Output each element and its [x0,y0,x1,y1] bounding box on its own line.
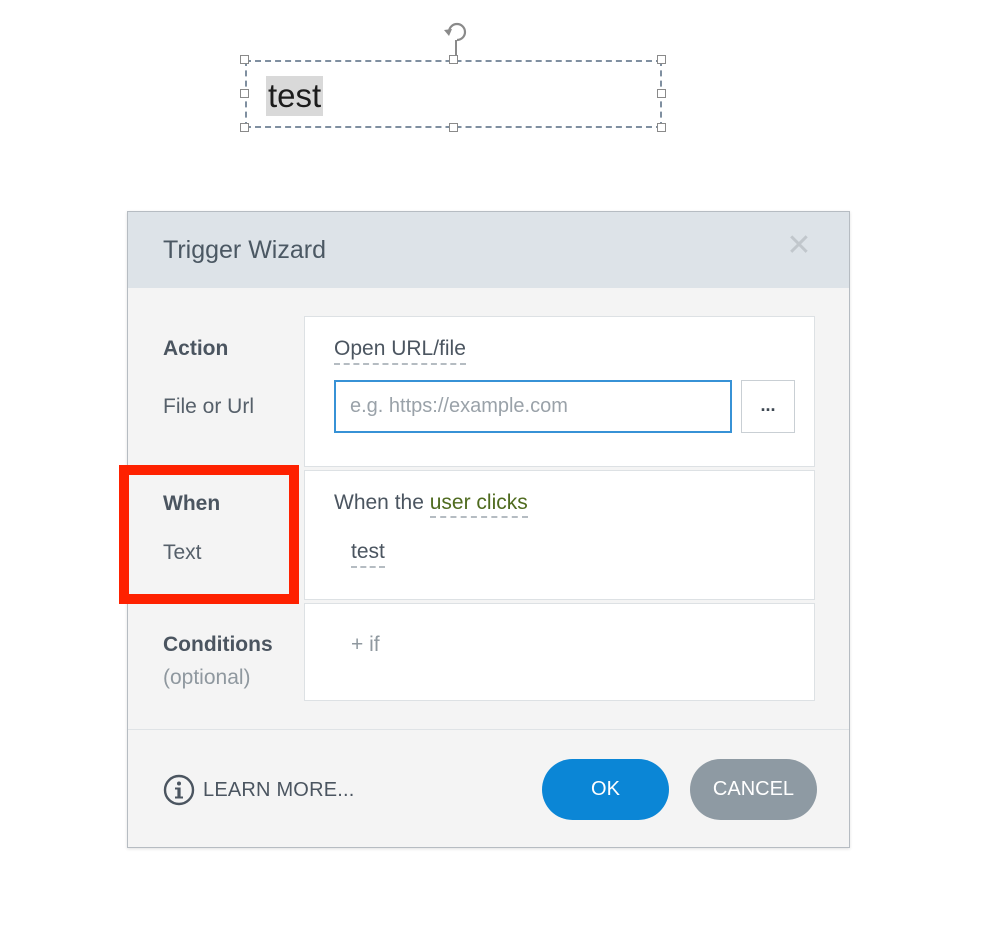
action-type-link[interactable]: Open URL/file [334,337,466,365]
action-panel: Open URL/file ... [304,316,815,467]
action-label: Action [163,337,229,360]
resize-handle-bottom-left[interactable] [240,123,249,132]
selected-text-object[interactable]: test [245,60,662,128]
target-object-link[interactable]: test [351,540,385,568]
highlight-annotation-box [119,465,299,604]
browse-button[interactable]: ... [741,380,795,433]
when-panel: When the user clicks test [304,470,815,600]
dialog-title: Trigger Wizard [163,236,326,264]
conditions-label: Conditions [163,633,273,656]
resize-handle-middle-left[interactable] [240,89,249,98]
cancel-button[interactable]: CANCEL [690,759,817,820]
resize-handle-bottom-middle[interactable] [449,123,458,132]
add-condition-button[interactable]: + if [351,633,380,657]
footer-divider [128,729,849,730]
ok-button[interactable]: OK [542,759,669,820]
resize-handle-middle-right[interactable] [657,89,666,98]
slide-canvas: test Trigger Wizard ✕ Action File or Url… [0,0,999,952]
resize-handle-top-right[interactable] [657,55,666,64]
event-type-link[interactable]: user clicks [429,491,528,518]
text-object-content: test [266,76,324,116]
when-sentence: When the user clicks [334,491,528,518]
when-prefix-text: When the [334,491,424,514]
url-input[interactable] [334,380,732,433]
dialog-header: Trigger Wizard ✕ [128,212,849,288]
learn-more-label: LEARN MORE... [203,778,355,801]
resize-handle-bottom-right[interactable] [657,123,666,132]
conditions-panel: + if [304,603,815,701]
info-icon [163,774,195,806]
file-or-url-label: File or Url [163,395,255,418]
resize-handle-top-left[interactable] [240,55,249,64]
resize-handle-top-middle[interactable] [449,55,458,64]
optional-label: (optional) [163,666,251,689]
close-icon[interactable]: ✕ [785,230,813,262]
learn-more-link[interactable]: LEARN MORE... [163,774,355,806]
